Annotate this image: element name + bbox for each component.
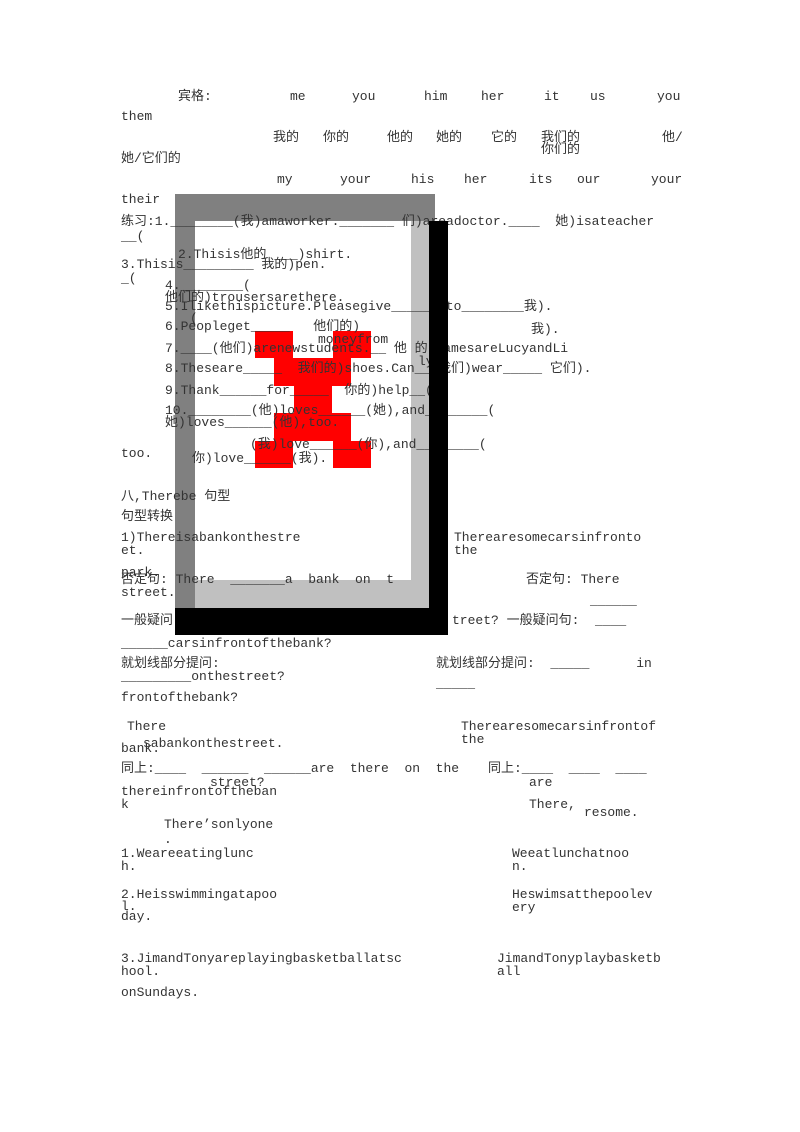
text-line: Therearesomecarsinfronto (454, 530, 642, 545)
text-line: 它的 (491, 130, 518, 145)
text-line: the (454, 543, 478, 558)
text-line: 1)Thereisabankonthestre (121, 530, 301, 545)
text-line: street. (121, 585, 176, 600)
text-line: 一般疑问 (121, 613, 174, 628)
text-line: 他的 (387, 130, 414, 145)
text-line: Weeatlunchatnoo (512, 846, 630, 861)
text-line: There, (529, 797, 576, 812)
text-line: 3.JimandTonyareplayingbasketballatsc (121, 951, 402, 966)
text-line: 八,Therebe 句型 (121, 489, 231, 504)
text-line: 5.Ilikethispicture.Pleasegive______)to__… (165, 299, 553, 314)
text-line: _________onthestreet? (121, 669, 285, 684)
text-line: them (121, 109, 153, 124)
text-line: There’sonlyone (164, 817, 274, 832)
text-line: 否定句: There (526, 572, 620, 587)
text-line: 她/它们的 (121, 151, 181, 166)
text-line: et. (121, 543, 145, 558)
text-line: our (577, 172, 601, 187)
text-line: __( (121, 229, 145, 244)
text-line: Therearesomecarsinfrontof (461, 719, 657, 734)
text-line: resome. (584, 805, 639, 820)
text-line: k (121, 797, 129, 812)
text-line: day. (121, 909, 153, 924)
text-line: their (121, 192, 161, 207)
text-line: 7.____(他们)arenewstudents.__ 他 的)namesare… (165, 341, 569, 356)
text-line: 你)love______(我). (192, 451, 328, 466)
text-line: h. (121, 859, 137, 874)
text-line: are (529, 775, 553, 790)
text-line: your (651, 172, 683, 187)
text-line: her (464, 172, 488, 187)
text-line: its (529, 172, 553, 187)
text-line: There (127, 719, 167, 734)
text-line: ______carsinfrontofthebank? (121, 636, 332, 651)
text-line: _____ (436, 676, 476, 691)
text-line: 句型转换 (121, 509, 174, 524)
text-line: JimandTonyplaybasketb (497, 951, 661, 966)
frame-shadow-right (429, 221, 448, 635)
text-line: your (340, 172, 372, 187)
text-line: _( (121, 271, 137, 286)
text-line: 9.Thank______for_____ 你的)help__( (165, 383, 433, 398)
frame-shadow-bottom (175, 608, 448, 635)
text-line: bank. (121, 741, 161, 756)
document-page: 宾格: me you him her it us you them 我的 你的 他的 她的 它的 我们的 你们… (0, 0, 800, 1132)
text-line: 她)loves______(他),too. (165, 415, 340, 430)
text-line: 她的 (436, 130, 463, 145)
text-line: treet? 一般疑问句: ____ (452, 613, 627, 628)
text-line: . (164, 832, 172, 847)
text-line: 就划线部分提问: _____ in (436, 656, 652, 671)
text-line: 同上:____ ______ ______are there on the (121, 761, 460, 776)
text-line: hool. (121, 964, 161, 979)
text-line: it (544, 89, 560, 104)
text-line: him (424, 89, 448, 104)
text-line: n. (512, 859, 528, 874)
text-line: onSundays. (121, 985, 200, 1000)
text-line: my (277, 172, 293, 187)
text-line: 8.Theseare_____ 我们的)shoes.Can__ 我们)wear_… (165, 361, 592, 376)
text-line: 1.Weareeatinglunc (121, 846, 254, 861)
text-line: us (590, 89, 606, 104)
text-line: all (497, 964, 521, 979)
text-line: 你的 (323, 130, 350, 145)
text-line: 他/ (662, 130, 683, 145)
text-line: sabankonthestreet. (143, 736, 284, 751)
text-line: (我)love______(你),and________( (250, 437, 487, 452)
text-line: ery (512, 900, 536, 915)
text-line: his (411, 172, 435, 187)
text-line: 宾格: (178, 89, 212, 104)
text-line: you (352, 89, 376, 104)
text-line: 练习:1.________(我)amaworker._______ 们)area… (121, 214, 655, 229)
text-line: the (461, 732, 485, 747)
text-line: ______ (590, 593, 637, 608)
text-line: frontofthebank? (121, 690, 239, 705)
text-line: you (657, 89, 681, 104)
text-line: thereinfrontoftheban (121, 784, 278, 799)
text-line: 同上:____ ____ ____ (488, 761, 647, 776)
text-line: 我). (531, 322, 560, 337)
text-line: 3.Thisis_________ 我的)pen. (121, 257, 327, 272)
text-line: too. (121, 446, 153, 461)
text-line: 我的 (273, 130, 300, 145)
text-line: me (290, 89, 306, 104)
text-line: 你们的 (541, 142, 581, 157)
text-line: 2.Heisswimmingatapoo (121, 887, 278, 902)
text-line: her (481, 89, 505, 104)
